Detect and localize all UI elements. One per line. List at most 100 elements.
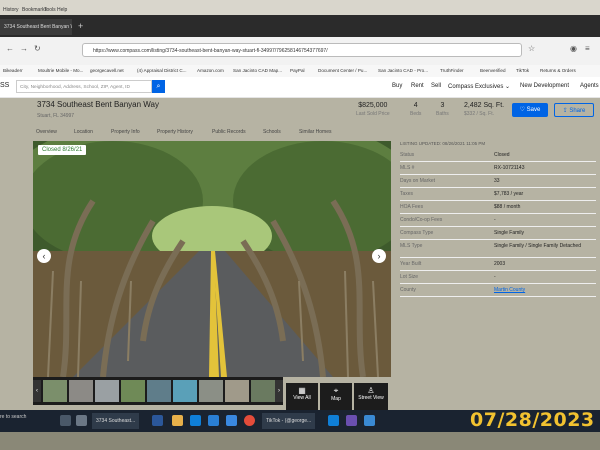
- bookmark-item[interactable]: (4) Appraisal District C...: [137, 68, 187, 73]
- store-icon[interactable]: [226, 415, 237, 426]
- search-input[interactable]: City, Neighborhood, Address, School, ZIP…: [16, 80, 152, 93]
- nav-compass-exclusives[interactable]: Compass Exclusives ⌄: [448, 83, 510, 90]
- account-icon[interactable]: ◉: [570, 44, 577, 53]
- fact-row: Compass Type Single Family: [400, 227, 596, 240]
- fact-label: Status: [400, 152, 415, 158]
- address-bar-row: ← → ↻ https://www.compass.com/listing/37…: [0, 37, 600, 66]
- tab-location[interactable]: Location: [74, 129, 93, 135]
- photo-thumbnail[interactable]: [69, 380, 93, 402]
- price-stat: $825,000 Last Sold Price: [356, 102, 390, 117]
- bookmark-item[interactable]: Returns & Orders: [540, 68, 576, 73]
- map-button[interactable]: ⌖ Map: [320, 383, 352, 411]
- browser-tab[interactable]: 3734 Southeast Bent Banyan W...: [0, 19, 72, 35]
- taskbar-search[interactable]: re to search: [0, 414, 26, 420]
- photo-thumbnail[interactable]: [251, 380, 275, 402]
- baths-value: 3: [440, 102, 445, 109]
- closed-badge: Closed 8/26/21: [38, 145, 87, 155]
- nav-new-development[interactable]: New Development: [520, 83, 569, 89]
- menu-history[interactable]: History: [3, 7, 19, 13]
- fact-row: Year Built 2003: [400, 258, 596, 271]
- prev-photo-icon[interactable]: ‹: [37, 249, 51, 263]
- bookmark-item[interactable]: Beenverified: [480, 68, 506, 73]
- fact-row: HOA Fees $88 / month: [400, 201, 596, 214]
- task-view-icon[interactable]: [60, 415, 71, 426]
- share-button[interactable]: ⇪ Share: [554, 103, 594, 117]
- nav-buy[interactable]: Buy: [392, 83, 402, 89]
- save-label: Save: [526, 107, 541, 113]
- listing-photo[interactable]: Closed 8/26/21 ‹ ›: [33, 141, 391, 377]
- fact-value: -: [494, 217, 496, 223]
- bookmark-item[interactable]: PayPal: [290, 68, 305, 73]
- fact-row: County Martin County: [400, 284, 596, 297]
- new-tab-icon[interactable]: +: [78, 21, 83, 31]
- baths-label: Baths: [436, 111, 449, 117]
- thumb-next-icon[interactable]: ›: [275, 380, 283, 402]
- save-button[interactable]: ♡ Save: [512, 103, 548, 117]
- bookmark-star-icon[interactable]: ☆: [528, 44, 535, 53]
- nav-rent[interactable]: Rent: [411, 83, 424, 89]
- back-icon[interactable]: ←: [6, 44, 14, 53]
- fact-row: Lot Size -: [400, 271, 596, 284]
- app-icon[interactable]: [328, 415, 339, 426]
- street-view-label: Street View: [358, 395, 384, 401]
- photo-thumbnail[interactable]: [173, 380, 197, 402]
- bookmark-item[interactable]: Document Center / Pu...: [318, 68, 367, 73]
- photo-thumbnail[interactable]: [199, 380, 223, 402]
- nav-sell[interactable]: Sell: [431, 83, 441, 89]
- widgets-icon[interactable]: [76, 415, 87, 426]
- photo-thumbnail[interactable]: [225, 380, 249, 402]
- mail-icon[interactable]: [208, 415, 219, 426]
- photo-thumbnail[interactable]: [147, 380, 171, 402]
- photo-thumbnail[interactable]: [121, 380, 145, 402]
- thumb-prev-icon[interactable]: ‹: [33, 380, 41, 402]
- forward-icon[interactable]: →: [20, 44, 28, 53]
- folder-icon[interactable]: [172, 415, 183, 426]
- tab-overview[interactable]: Overview: [36, 129, 57, 135]
- fact-label: MLS #: [400, 165, 415, 171]
- reload-icon[interactable]: ↻: [34, 44, 41, 53]
- fact-label: MLS Type: [400, 243, 423, 249]
- view-all-button[interactable]: ▦ View All: [286, 383, 318, 411]
- bookmark-item[interactable]: Amazon.com: [197, 68, 224, 73]
- bookmark-item[interactable]: San Jacinto CAD - Pro...: [378, 68, 428, 73]
- nav-agents[interactable]: Agents: [580, 83, 599, 89]
- word-icon[interactable]: [152, 415, 163, 426]
- bookmark-item[interactable]: georgecavell.net: [90, 68, 124, 73]
- desk-surface: [0, 432, 600, 450]
- url-input[interactable]: https://www.compass.com/listing/3734-sou…: [82, 43, 522, 57]
- street-view-button[interactable]: ♙ Street View: [354, 383, 388, 411]
- bookmark-item[interactable]: TikTok: [516, 68, 529, 73]
- bookmark-item[interactable]: Moultrie Mobile - Mo...: [38, 68, 83, 73]
- chrome-icon[interactable]: [244, 415, 255, 426]
- price-label: Last Sold Price: [356, 111, 390, 117]
- county-link[interactable]: Martin County: [494, 287, 594, 293]
- photo-thumbnail[interactable]: [43, 380, 67, 402]
- photo-thumbnail[interactable]: [95, 380, 119, 402]
- menu-help[interactable]: Help: [57, 7, 67, 13]
- fact-value: $7,783 / year: [494, 191, 524, 197]
- menu-tools[interactable]: Tools: [44, 7, 56, 13]
- search-icon[interactable]: ⌕: [152, 80, 165, 93]
- app-icon[interactable]: [346, 415, 357, 426]
- edge-icon[interactable]: [190, 415, 201, 426]
- tab-schools[interactable]: Schools: [263, 129, 281, 135]
- bookmark-item[interactable]: TruthFinder: [440, 68, 464, 73]
- taskbar-app-tiktok[interactable]: TikTok - (@george...: [262, 413, 316, 429]
- tab-property-history[interactable]: Property History: [157, 129, 193, 135]
- taskbar-app-browser[interactable]: 3734 Southeast...: [92, 413, 140, 429]
- bookmark-item[interactable]: San Jacinto CAD Map...: [233, 68, 282, 73]
- tab-similar-homes[interactable]: Similar Homes: [299, 129, 332, 135]
- site-header: SS City, Neighborhood, Address, School, …: [0, 77, 600, 98]
- send-icon[interactable]: [364, 415, 375, 426]
- bookmark-item[interactable]: Bikeaderr: [3, 68, 23, 73]
- map-label: Map: [331, 396, 341, 402]
- view-all-label: View All: [293, 395, 311, 401]
- tab-public-records[interactable]: Public Records: [212, 129, 246, 135]
- site-logo[interactable]: SS: [0, 82, 9, 89]
- next-photo-icon[interactable]: ›: [372, 249, 386, 263]
- tab-property-info[interactable]: Property Info: [111, 129, 140, 135]
- fact-value: Closed: [494, 152, 510, 158]
- fact-value: Single Family / Single Family Detached: [494, 243, 581, 249]
- menu-icon[interactable]: ≡: [585, 44, 590, 53]
- fact-label: HOA Fees: [400, 204, 424, 210]
